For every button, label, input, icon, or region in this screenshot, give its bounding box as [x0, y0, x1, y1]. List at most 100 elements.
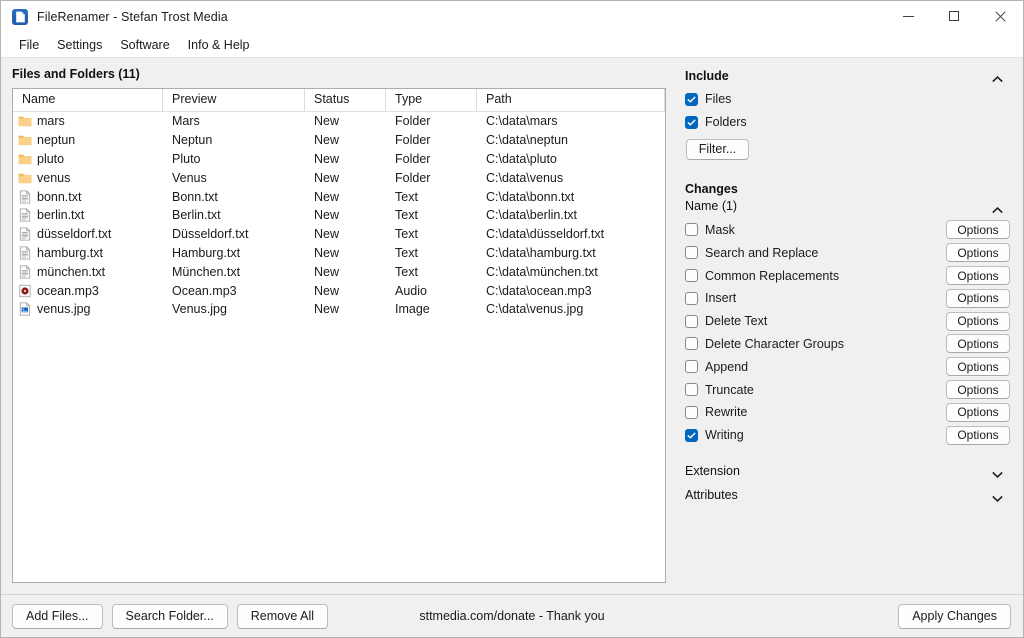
cell-type: Folder — [395, 133, 431, 148]
maximize-icon[interactable] — [931, 1, 977, 32]
table-row[interactable]: venus Venus New Folder C:\data\venus — [13, 168, 665, 187]
checkbox-mask[interactable] — [685, 223, 698, 237]
table-row[interactable]: pluto Pluto New Folder C:\data\pluto — [13, 150, 665, 169]
checkbox-row-delete-text[interactable]: Delete Text — [685, 310, 767, 333]
table-row[interactable]: ocean.mp3 Ocean.mp3 New Audio C:\data\ocean.… — [13, 281, 665, 300]
file-list-header: Name Preview Status Type Path — [13, 89, 665, 112]
options-button[interactable]: Options — [946, 288, 1010, 308]
table-row[interactable]: münchen.txt München.txt New Text C:\data\mün… — [13, 262, 665, 281]
options-button[interactable]: Options — [946, 357, 1010, 377]
folder-icon — [18, 171, 37, 185]
table-row[interactable]: düsseldorf.txt Düsseldorf.txt New Text C:\da… — [13, 225, 665, 244]
checkbox-row-common-replacements[interactable]: Common Replacements — [685, 264, 839, 287]
cell-name-text: münchen.txt — [37, 264, 106, 279]
menu-item-info-help[interactable]: Info & Help — [179, 36, 259, 54]
checkbox-row-delete-character-groups[interactable]: Delete Character Groups — [685, 333, 844, 356]
file-list[interactable]: Name Preview Status Type Path mars Mars Ne… — [12, 88, 666, 583]
table-row[interactable]: berlin.txt Berlin.txt New Text C:\data\berli… — [13, 206, 665, 225]
section-title-name-group: Name (1) — [685, 199, 738, 214]
filter-button[interactable]: Filter... — [686, 138, 749, 160]
checkbox-common-replacements[interactable] — [685, 269, 698, 283]
checkbox-row-mask[interactable]: Mask — [685, 219, 735, 242]
checkbox-label: Mask — [705, 222, 735, 237]
column-header-status[interactable]: Status — [305, 89, 386, 111]
checkbox-folders[interactable] — [685, 115, 698, 129]
table-row[interactable]: bonn.txt Bonn.txt New Text C:\data\bonn.txt — [13, 187, 665, 206]
checkbox-row-rewrite[interactable]: Rewrite — [685, 401, 747, 424]
checkbox-writing[interactable] — [685, 428, 698, 442]
menu-bar: File Settings Software Info & Help — [1, 32, 1023, 58]
options-button[interactable]: Options — [946, 380, 1010, 400]
section-header-name-group[interactable]: Name (1) — [685, 198, 1011, 215]
cell-name-text: venus — [37, 170, 71, 185]
apply-changes-button[interactable]: Apply Changes — [898, 603, 1011, 629]
cell-type: Folder — [395, 170, 431, 185]
table-row[interactable]: hamburg.txt Hamburg.txt New Text C:\data\ham… — [13, 244, 665, 263]
cell-name: ocean.mp3 — [13, 284, 163, 298]
chevron-up-icon[interactable] — [992, 203, 1003, 213]
options-button[interactable]: Options — [946, 425, 1010, 445]
change-option-row: Mask Options — [685, 219, 1011, 242]
section-title-extension: Extension — [685, 463, 740, 478]
cell-name-text: düsseldorf.txt — [37, 227, 112, 242]
cell-preview: Hamburg.txt — [172, 245, 241, 260]
options-button[interactable]: Options — [946, 402, 1010, 422]
checkbox-insert[interactable] — [685, 291, 698, 305]
cell-path: C:\data\bonn.txt — [486, 189, 575, 204]
cell-status: New — [314, 208, 340, 223]
checkbox-files[interactable] — [685, 92, 698, 106]
checkbox-rewrite[interactable] — [685, 405, 698, 419]
section-header-extension[interactable]: Extension — [685, 459, 1011, 483]
cell-path: C:\data\mars — [486, 114, 558, 129]
options-button[interactable]: Options — [946, 220, 1010, 240]
options-button[interactable]: Options — [946, 266, 1010, 286]
checkbox-delete-character-groups[interactable] — [685, 337, 698, 351]
checkbox-row-insert[interactable]: Insert — [685, 287, 736, 310]
add-files-button[interactable]: Add Files... — [12, 603, 103, 629]
column-header-name[interactable]: Name — [13, 89, 163, 111]
options-button[interactable]: Options — [946, 334, 1010, 354]
options-button[interactable]: Options — [946, 243, 1010, 263]
checkbox-row-append[interactable]: Append — [685, 355, 748, 378]
column-header-path[interactable]: Path — [477, 89, 665, 111]
minimize-icon[interactable] — [885, 1, 931, 32]
chevron-up-icon[interactable] — [992, 72, 1003, 83]
search-folder-button[interactable]: Search Folder... — [111, 603, 228, 629]
column-header-preview[interactable]: Preview — [163, 89, 305, 111]
table-row[interactable]: mars Mars New Folder C:\data\mars — [13, 112, 665, 131]
menu-item-software[interactable]: Software — [111, 36, 178, 54]
checkbox-row-truncate[interactable]: Truncate — [685, 378, 754, 401]
chevron-down-icon[interactable] — [992, 467, 1003, 479]
cell-name: münchen.txt — [13, 265, 163, 279]
text-file-icon — [18, 264, 37, 279]
cell-type: Folder — [395, 114, 431, 129]
menu-item-file[interactable]: File — [10, 36, 48, 54]
cell-name: venus.jpg — [13, 302, 163, 316]
checkbox-row-folders[interactable]: Folders — [685, 111, 1011, 134]
cell-preview: Pluto — [172, 151, 201, 166]
checkbox-append[interactable] — [685, 360, 698, 374]
cell-path: C:\data\venus.jpg — [486, 302, 584, 317]
cell-preview: Venus — [172, 170, 207, 185]
checkbox-row-files[interactable]: Files — [685, 88, 1011, 111]
checkbox-row-writing[interactable]: Writing — [685, 424, 744, 447]
checkbox-truncate[interactable] — [685, 383, 698, 397]
window-title: FileRenamer - Stefan Trost Media — [37, 9, 228, 24]
section-header-attributes[interactable]: Attributes — [685, 483, 1011, 507]
checkbox-search-and-replace[interactable] — [685, 246, 698, 260]
checkbox-delete-text[interactable] — [685, 314, 698, 328]
table-row[interactable]: venus.jpg Venus.jpg New Image C:\data\venus.… — [13, 300, 665, 319]
table-row[interactable]: neptun Neptun New Folder C:\data\neptun — [13, 131, 665, 150]
chevron-down-icon[interactable] — [992, 491, 1003, 503]
cell-name-text: hamburg.txt — [37, 245, 104, 260]
cell-path: C:\data\ocean.mp3 — [486, 283, 592, 298]
close-icon[interactable] — [977, 1, 1023, 32]
cell-status: New — [314, 133, 340, 148]
options-button[interactable]: Options — [946, 311, 1010, 331]
menu-item-settings[interactable]: Settings — [48, 36, 111, 54]
remove-all-button[interactable]: Remove All — [236, 603, 329, 629]
cell-name: pluto — [13, 152, 163, 166]
column-header-type[interactable]: Type — [386, 89, 477, 111]
section-header-include[interactable]: Include — [685, 67, 1011, 84]
checkbox-row-search-and-replace[interactable]: Search and Replace — [685, 241, 818, 264]
